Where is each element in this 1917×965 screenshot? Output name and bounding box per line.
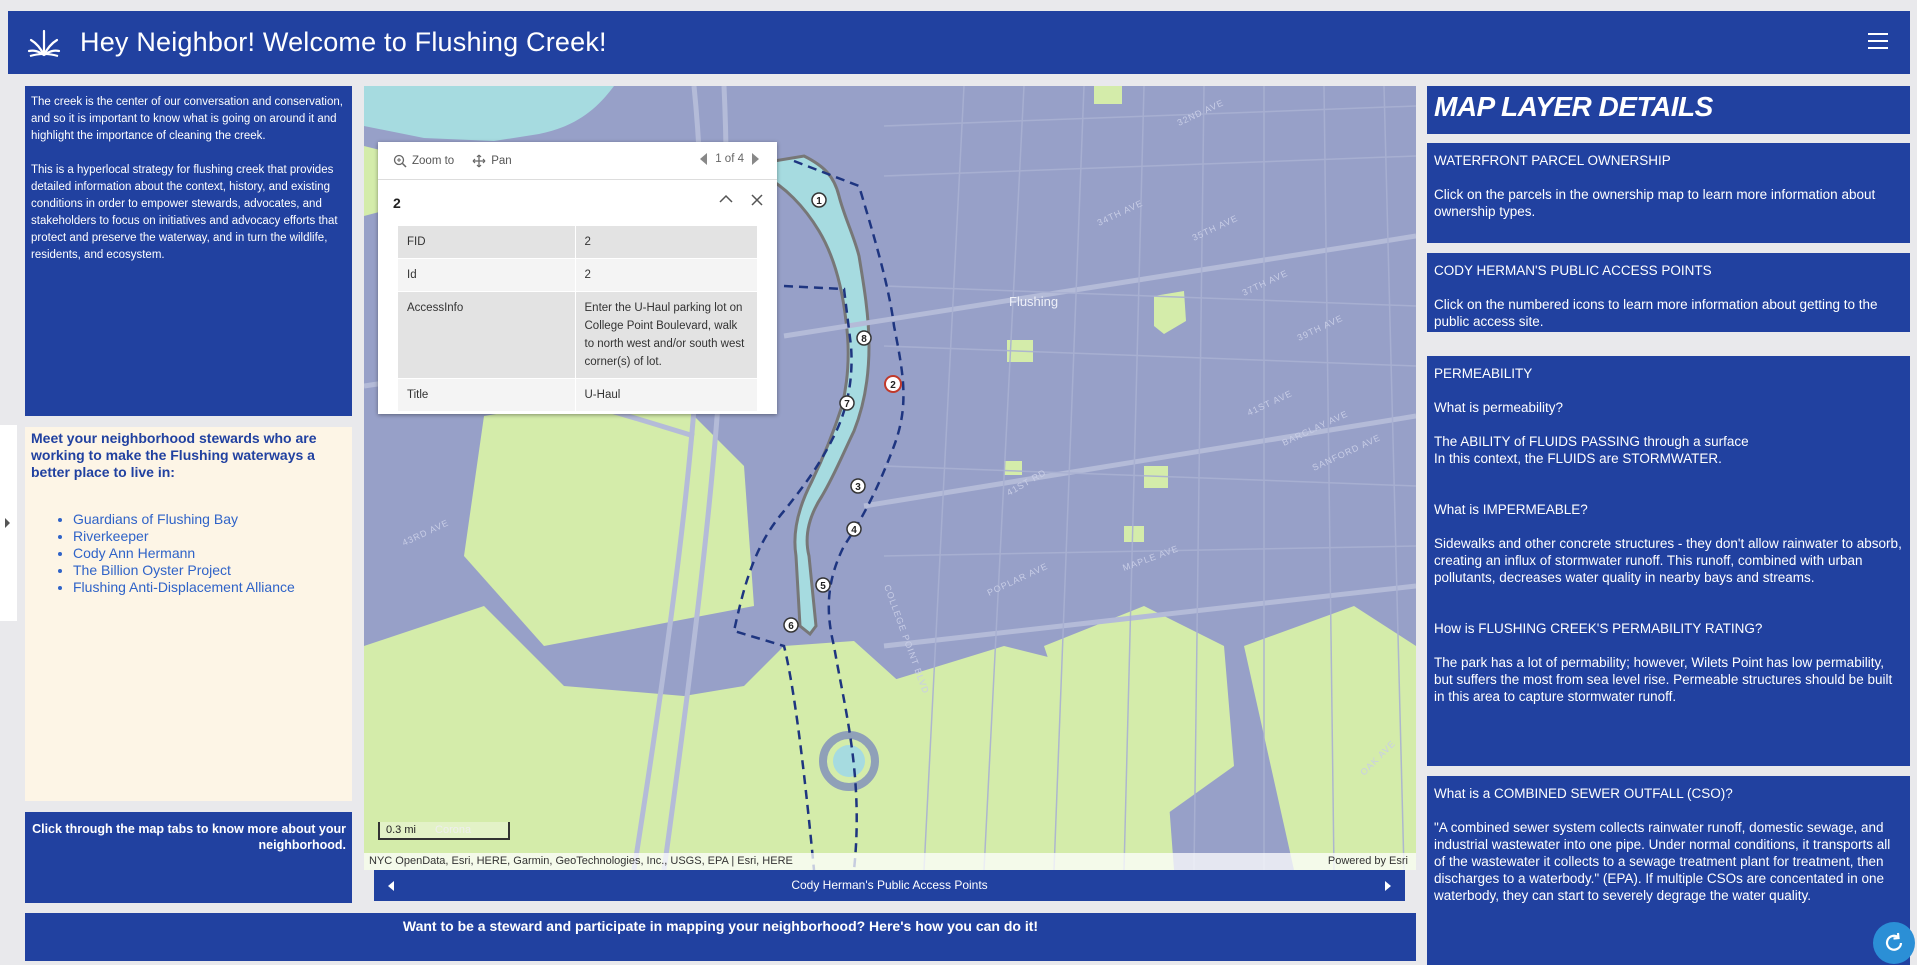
section-title: PERMEABILITY	[1434, 366, 1533, 381]
pan-button[interactable]: Pan	[472, 154, 512, 168]
street-label: 37TH AVE	[1241, 268, 1290, 298]
map-tab-navigator: Cody Herman's Public Access Points	[374, 870, 1405, 901]
stewards-panel: Meet your neighborhood stewards who are …	[25, 427, 352, 801]
svg-text:1: 1	[816, 196, 822, 207]
svg-text:6: 6	[788, 621, 794, 632]
access-point-marker: 1	[811, 192, 827, 208]
access-point-marker: 7	[839, 395, 855, 411]
answer: The park has a lot of permability; howev…	[1434, 655, 1893, 704]
waterfront-ownership-panel: WATERFRONT PARCEL OWNERSHIP Click on the…	[1427, 143, 1910, 243]
feature-popup: Zoom to Pan 1 of 4 2 FID 2 Id 2 AccessInfo…	[378, 142, 777, 414]
svg-text:4: 4	[851, 525, 857, 536]
street-label: 39TH AVE	[1296, 313, 1345, 343]
scale-place-label: Corona	[435, 824, 472, 836]
app-header: Hey Neighbor! Welcome to Flushing Creek!	[8, 11, 1910, 74]
page-title: Hey Neighbor! Welcome to Flushing Creek!	[80, 27, 607, 57]
feature-attribute-table: FID 2 Id 2 AccessInfo Enter the U-Haul park…	[398, 226, 757, 412]
move-arrows-icon	[472, 154, 486, 167]
access-point-marker-selected: 2	[884, 375, 902, 393]
map-attribution: NYC OpenData, Esri, HERE, Garmin, GeoTec…	[364, 853, 1416, 870]
close-icon[interactable]	[751, 194, 763, 206]
street-label: 41ST AVE	[1246, 388, 1294, 418]
street-label: MAPLE AVE	[1121, 543, 1180, 573]
steward-callout-banner[interactable]: Want to be a steward and participate in …	[25, 913, 1416, 961]
street-label: 43RD AVE	[401, 517, 451, 547]
street-label: POPLAR AVE	[986, 561, 1050, 598]
steward-link-fada[interactable]: Flushing Anti-Displacement Alliance	[73, 579, 346, 596]
access-point-marker: 3	[850, 478, 866, 494]
previous-tab-icon[interactable]	[388, 881, 394, 891]
answer-line: In this context, the FLUIDS are STORMWAT…	[1434, 451, 1722, 466]
steward-link-riverkeeper[interactable]: Riverkeeper	[73, 528, 346, 545]
next-tab-icon[interactable]	[1385, 881, 1391, 891]
intro-paragraph-2: This is a hyperlocal strategy for flushi…	[31, 164, 338, 261]
section-title: CODY HERMAN'S PUBLIC ACCESS POINTS	[1434, 263, 1712, 278]
intro-paragraph-1: The creek is the center of our conversat…	[31, 96, 343, 142]
table-row: Title U-Haul	[398, 378, 757, 412]
answer: Sidewalks and other concrete structures …	[1434, 536, 1902, 585]
steward-callout-text[interactable]: Want to be a steward and participate in …	[403, 918, 1038, 934]
street-label: 34TH AVE	[1096, 198, 1145, 228]
answer-line: The ABILITY of FLUIDS PASSING through a …	[1434, 434, 1749, 449]
side-panel-toggle[interactable]	[0, 425, 17, 621]
section-text: "A combined sewer system collects rainwa…	[1434, 820, 1891, 903]
feature-pager-count: 1 of 4	[715, 153, 744, 165]
question: What is IMPERMEABLE?	[1434, 502, 1588, 517]
section-text: Click on the numbered icons to learn mor…	[1434, 297, 1878, 329]
stewards-list: Guardians of Flushing Bay Riverkeeper Co…	[73, 511, 346, 596]
question: What is permeability?	[1434, 400, 1564, 415]
clickthrough-note: Click through the map tabs to know more …	[25, 812, 352, 903]
cso-panel: What is a COMBINED SEWER OUTFALL (CSO)? …	[1427, 776, 1910, 965]
street-label: 32ND AVE	[1176, 97, 1226, 127]
svg-text:2: 2	[890, 380, 896, 391]
svg-text:5: 5	[820, 581, 826, 592]
next-feature-icon[interactable]	[752, 153, 759, 165]
steward-link-cody[interactable]: Cody Ann Hermann	[73, 545, 346, 562]
steward-link-guardians[interactable]: Guardians of Flushing Bay	[73, 511, 346, 528]
feature-pager: 1 of 4	[700, 153, 759, 165]
svg-text:7: 7	[844, 399, 850, 410]
access-point-marker: 5	[815, 577, 831, 593]
popup-heading: 2	[378, 180, 777, 226]
zoom-to-button[interactable]: Zoom to	[393, 154, 454, 168]
public-access-points-panel: CODY HERMAN'S PUBLIC ACCESS POINTS Click…	[1427, 253, 1910, 332]
permeability-panel: PERMEABILITY What is permeability? The A…	[1427, 356, 1910, 766]
refresh-icon	[1885, 932, 1903, 951]
map-layer-details-title: MAP LAYER DETAILS	[1427, 86, 1910, 134]
popup-toolbar: Zoom to Pan 1 of 4	[378, 142, 777, 180]
magnifier-icon	[393, 154, 407, 168]
chevron-right-icon	[5, 518, 10, 528]
section-title: WATERFRONT PARCEL OWNERSHIP	[1434, 153, 1671, 168]
svg-text:3: 3	[855, 482, 861, 493]
section-title: What is a COMBINED SEWER OUTFALL (CSO)?	[1434, 786, 1733, 801]
stewards-heading: Meet your neighborhood stewards who are …	[31, 430, 317, 480]
grass-logo-icon	[27, 29, 61, 57]
section-text: Click on the parcels in the ownership ma…	[1434, 187, 1876, 219]
access-point-marker: 8	[856, 330, 872, 346]
steward-link-oyster[interactable]: The Billion Oyster Project	[73, 562, 346, 579]
table-row: AccessInfo Enter the U-Haul parking lot o…	[398, 291, 757, 379]
question: How is FLUSHING CREEK'S PERMABILITY RATI…	[1434, 621, 1763, 636]
access-point-marker: 4	[846, 521, 862, 537]
street-label: SANFORD AVE	[1311, 432, 1383, 472]
table-row: FID 2	[398, 226, 757, 259]
refresh-button[interactable]	[1873, 922, 1915, 964]
access-point-marker: 6	[783, 617, 799, 633]
collapse-chevron-up-icon[interactable]	[719, 194, 733, 204]
intro-panel: The creek is the center of our conversat…	[25, 86, 352, 416]
place-label-flushing: Flushing	[1009, 294, 1058, 309]
previous-feature-icon[interactable]	[700, 153, 708, 165]
street-label: 35TH AVE	[1191, 213, 1240, 243]
table-row: Id 2	[398, 258, 757, 292]
svg-text:8: 8	[861, 334, 867, 345]
map-scale-bar: 0.3 mi Corona	[378, 822, 510, 840]
hamburger-menu-icon[interactable]	[1868, 33, 1888, 51]
current-map-tab-label: Cody Herman's Public Access Points	[791, 878, 988, 892]
powered-by-esri[interactable]: Powered by Esri	[1328, 855, 1408, 867]
